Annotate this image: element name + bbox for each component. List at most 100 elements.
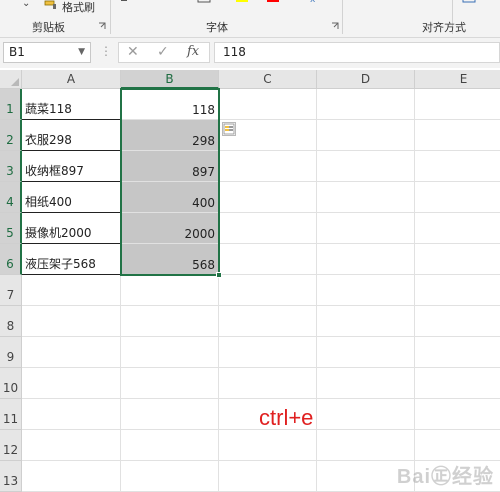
check-icon[interactable]: ✓	[157, 44, 169, 60]
cell-d3[interactable]	[317, 151, 415, 182]
cell-d7[interactable]	[317, 275, 415, 306]
cell-d2[interactable]	[317, 120, 415, 151]
cell-e1[interactable]	[415, 89, 500, 120]
chevron-down-icon[interactable]: ▼	[78, 43, 85, 62]
row-header-11[interactable]: 11	[0, 399, 22, 430]
row-header-4[interactable]: 4	[0, 182, 22, 213]
cell-a13[interactable]	[22, 461, 121, 492]
cell-a6[interactable]: 液压架子568	[22, 244, 121, 275]
cell-c10[interactable]	[219, 368, 317, 399]
cell-e9[interactable]	[415, 337, 500, 368]
cell-a7[interactable]	[22, 275, 121, 306]
cell-b9[interactable]	[121, 337, 219, 368]
cell-e8[interactable]	[415, 306, 500, 337]
row-header-7[interactable]: 7	[0, 275, 22, 306]
cell-c13[interactable]	[219, 461, 317, 492]
cell-b11[interactable]	[121, 399, 219, 430]
row-header-6[interactable]: 6	[0, 244, 22, 275]
fill-color-icon[interactable]	[235, 0, 249, 3]
cell-e11[interactable]	[415, 399, 500, 430]
cell-c12[interactable]	[219, 430, 317, 461]
row-header-1[interactable]: 1	[0, 89, 22, 120]
row-header-2[interactable]: 2	[0, 120, 22, 151]
column-header-d[interactable]: D	[317, 70, 415, 89]
cell-d12[interactable]	[317, 430, 415, 461]
orientation-icon[interactable]	[428, 0, 440, 3]
row-header-8[interactable]: 8	[0, 306, 22, 337]
cell-e2[interactable]	[415, 120, 500, 151]
cell-a8[interactable]	[22, 306, 121, 337]
cell-a12[interactable]	[22, 430, 121, 461]
row-header-12[interactable]: 12	[0, 430, 22, 461]
formula-input[interactable]: 118	[214, 42, 500, 63]
cell-b4[interactable]: 400	[121, 182, 219, 213]
cell-b10[interactable]	[121, 368, 219, 399]
row-header-9[interactable]: 9	[0, 337, 22, 368]
cell-b5[interactable]: 2000	[121, 213, 219, 244]
flash-fill-options-icon[interactable]	[222, 122, 236, 136]
column-header-a[interactable]: A	[22, 70, 121, 89]
cell-e12[interactable]	[415, 430, 500, 461]
cell-b2[interactable]: 298	[121, 120, 219, 151]
cell-e3[interactable]	[415, 151, 500, 182]
cell-c3[interactable]	[219, 151, 317, 182]
cell-d8[interactable]	[317, 306, 415, 337]
cell-e6[interactable]	[415, 244, 500, 275]
worksheet-grid[interactable]: A B C D E 1 2 3 4 5 6 7 8 9 10 11 12 13 …	[0, 70, 500, 492]
cell-d1[interactable]	[317, 89, 415, 120]
paste-dropdown-caret[interactable]: ⌄	[22, 0, 30, 9]
font-color-icon[interactable]	[266, 0, 280, 3]
name-box[interactable]: B1 ▼	[3, 42, 91, 63]
cell-c1[interactable]	[219, 89, 317, 120]
cell-b3[interactable]: 897	[121, 151, 219, 182]
column-header-c[interactable]: C	[219, 70, 317, 89]
cell-a10[interactable]	[22, 368, 121, 399]
cell-a3[interactable]: 收纳框897	[22, 151, 121, 182]
cell-d9[interactable]	[317, 337, 415, 368]
cell-c9[interactable]	[219, 337, 317, 368]
cell-d6[interactable]	[317, 244, 415, 275]
cell-c7[interactable]	[219, 275, 317, 306]
cell-d11[interactable]	[317, 399, 415, 430]
column-header-b[interactable]: B	[121, 70, 219, 89]
cell-e7[interactable]	[415, 275, 500, 306]
cell-c8[interactable]	[219, 306, 317, 337]
cell-b12[interactable]	[121, 430, 219, 461]
fill-handle[interactable]	[216, 272, 222, 278]
align-bottom-icon[interactable]	[404, 0, 416, 3]
cell-d4[interactable]	[317, 182, 415, 213]
align-middle-icon[interactable]	[380, 0, 392, 3]
row-header-13[interactable]: 13	[0, 461, 22, 492]
cell-c4[interactable]	[219, 182, 317, 213]
cell-b1[interactable]: 118	[121, 89, 219, 120]
cell-b8[interactable]	[121, 306, 219, 337]
cell-d5[interactable]	[317, 213, 415, 244]
cell-a9[interactable]	[22, 337, 121, 368]
cell-e4[interactable]	[415, 182, 500, 213]
cell-a1[interactable]: 蔬菜118	[22, 89, 121, 120]
cell-d10[interactable]	[317, 368, 415, 399]
wrap-text-icon[interactable]	[462, 0, 476, 3]
cell-a4[interactable]: 相纸400	[22, 182, 121, 213]
insert-function-button[interactable]: fx	[187, 44, 199, 59]
cell-b7[interactable]	[121, 275, 219, 306]
cell-c6[interactable]	[219, 244, 317, 275]
cell-e10[interactable]	[415, 368, 500, 399]
cell-b13[interactable]	[121, 461, 219, 492]
row-header-5[interactable]: 5	[0, 213, 22, 244]
clipboard-launcher-icon[interactable]	[98, 22, 106, 30]
bold-icon[interactable]	[120, 0, 128, 3]
cell-b6[interactable]: 568	[121, 244, 219, 275]
cell-a2[interactable]: 衣服298	[22, 120, 121, 151]
clear-format-icon[interactable]: x	[310, 0, 315, 5]
row-header-10[interactable]: 10	[0, 368, 22, 399]
font-launcher-icon[interactable]	[331, 22, 339, 30]
cell-c5[interactable]	[219, 213, 317, 244]
close-icon[interactable]: ✕	[127, 44, 139, 60]
row-header-3[interactable]: 3	[0, 151, 22, 182]
format-painter-button[interactable]: 格式刷	[62, 0, 95, 15]
cell-a5[interactable]: 摄像机2000	[22, 213, 121, 244]
cell-a11[interactable]	[22, 399, 121, 430]
column-header-e[interactable]: E	[415, 70, 500, 89]
format-painter-icon[interactable]	[44, 0, 58, 10]
